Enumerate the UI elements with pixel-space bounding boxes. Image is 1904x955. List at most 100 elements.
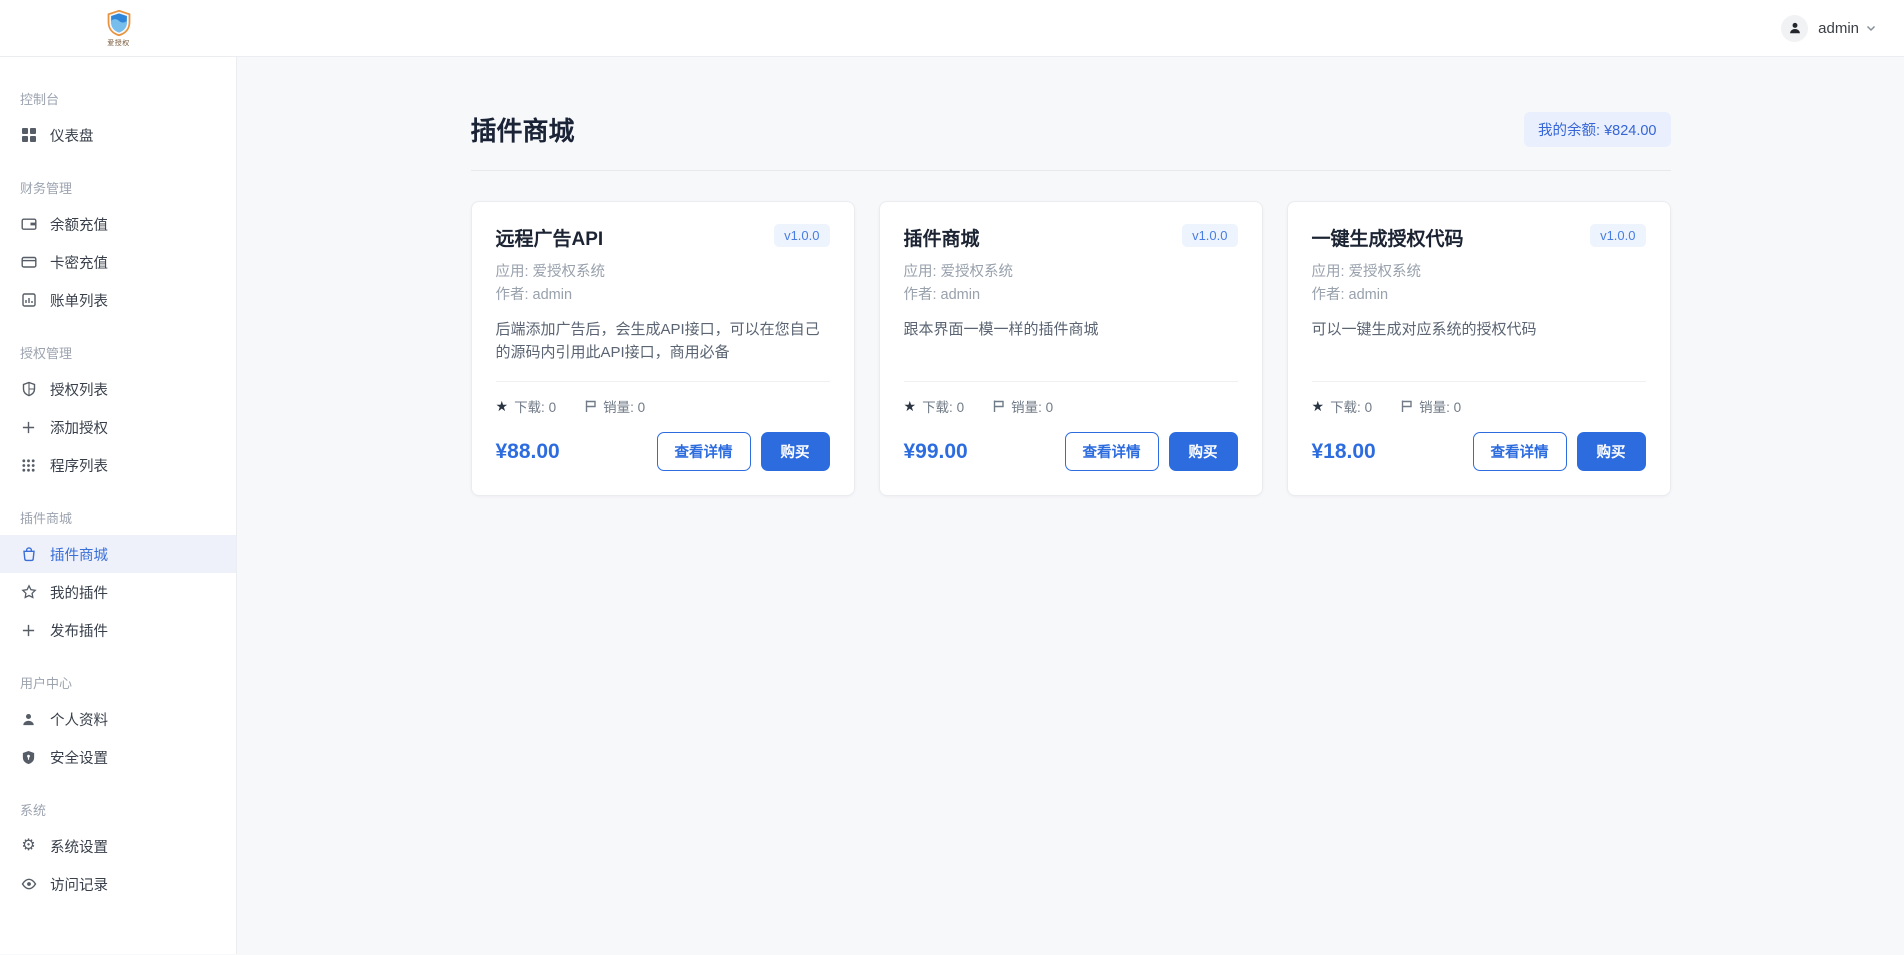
sidebar-section-system: 系统	[0, 800, 236, 819]
sidebar-section-user-center: 用户中心	[0, 673, 236, 692]
grid-icon	[20, 457, 37, 474]
plugin-title: 一键生成授权代码	[1312, 224, 1464, 251]
sidebar-item-label: 卡密充值	[50, 252, 108, 273]
sidebar-item-label: 安全设置	[50, 747, 108, 768]
user-icon	[20, 711, 37, 728]
card-divider	[904, 381, 1238, 382]
plugin-author-line: 作者: admin	[1312, 284, 1646, 307]
plugin-price: ¥99.00	[904, 440, 968, 464]
version-badge: v1.0.0	[774, 224, 829, 247]
bill-icon	[20, 292, 37, 309]
sidebar-item-access-log[interactable]: 访问记录	[0, 865, 236, 903]
sales-stat: 销量: 0	[1011, 396, 1053, 416]
sidebar-item-my-plugins[interactable]: 我的插件	[0, 573, 236, 611]
sidebar-item-label: 授权列表	[50, 379, 108, 400]
downloads-stat: 下载: 0	[1330, 396, 1372, 416]
plugin-title: 远程广告API	[496, 224, 604, 251]
sidebar-section-authorization: 授权管理	[0, 343, 236, 362]
plugin-app-line: 应用: 爱授权系统	[496, 261, 830, 284]
dashboard-icon	[20, 127, 37, 144]
top-bar: 爱授权 admin	[0, 0, 1904, 57]
user-avatar-icon	[1781, 15, 1808, 42]
top-bar-right: admin	[237, 0, 1904, 56]
sidebar-item-label: 余额充值	[50, 214, 108, 235]
plugin-description: 后端添加广告后，会生成API接口，可以在您自己的源码内引用此API接口，商用必备	[496, 319, 830, 369]
sales-flag-icon	[1400, 399, 1413, 413]
sidebar-item-dashboard[interactable]: 仪表盘	[0, 116, 236, 154]
sidebar-item-plugin-market[interactable]: 插件商城	[0, 535, 236, 573]
buy-button[interactable]: 购买	[1577, 432, 1646, 471]
downloads-stat: 下载: 0	[514, 396, 556, 416]
plugin-app-line: 应用: 爱授权系统	[1312, 261, 1646, 284]
card-divider	[496, 381, 830, 382]
username-label: admin	[1818, 20, 1859, 37]
shield-lock-icon	[20, 749, 37, 766]
sidebar-section-finance: 财务管理	[0, 178, 236, 197]
page-title: 插件商城	[471, 111, 575, 148]
downloads-star-icon: ★	[496, 398, 509, 415]
plugin-card: 插件商城 v1.0.0 应用: 爱授权系统 作者: admin 跟本界面一模一样…	[879, 201, 1263, 496]
downloads-stat: 下载: 0	[922, 396, 964, 416]
plugin-card: 远程广告API v1.0.0 应用: 爱授权系统 作者: admin 后端添加广…	[471, 201, 855, 496]
sidebar-item-label: 仪表盘	[50, 125, 94, 146]
view-details-button[interactable]: 查看详情	[1473, 432, 1567, 471]
sidebar-item-balance-recharge[interactable]: 余额充值	[0, 205, 236, 243]
plugin-price: ¥88.00	[496, 440, 560, 464]
sidebar-section-console: 控制台	[0, 89, 236, 108]
logo-shield-icon	[105, 9, 133, 37]
sidebar-item-label: 个人资料	[50, 709, 108, 730]
sidebar-item-card-recharge[interactable]: 卡密充值	[0, 243, 236, 281]
view-details-button[interactable]: 查看详情	[1065, 432, 1159, 471]
plugin-card: 一键生成授权代码 v1.0.0 应用: 爱授权系统 作者: admin 可以一键…	[1287, 201, 1671, 496]
star-icon	[20, 584, 37, 601]
plugin-description: 跟本界面一模一样的插件商城	[904, 319, 1238, 369]
version-badge: v1.0.0	[1590, 224, 1645, 247]
sidebar-item-label: 我的插件	[50, 582, 108, 603]
card-divider	[1312, 381, 1646, 382]
sidebar-item-system-settings[interactable]: ⚙ 系统设置	[0, 827, 236, 865]
plus-icon	[20, 419, 37, 436]
shield-icon	[20, 381, 37, 398]
eye-icon	[20, 876, 37, 893]
sales-flag-icon	[992, 399, 1005, 413]
downloads-star-icon: ★	[1312, 398, 1325, 415]
sidebar-item-add-auth[interactable]: 添加授权	[0, 408, 236, 446]
main-content: 插件商城 我的余额: ¥824.00 远程广告API v1.0.0 应用: 爱授…	[237, 57, 1904, 954]
buy-button[interactable]: 购买	[761, 432, 830, 471]
app-logo: 爱授权	[0, 0, 237, 56]
downloads-star-icon: ★	[904, 398, 917, 415]
sales-flag-icon	[584, 399, 597, 413]
sidebar-item-label: 访问记录	[50, 874, 108, 895]
credit-card-icon	[20, 254, 37, 271]
plugin-title: 插件商城	[904, 224, 980, 251]
sidebar-item-security[interactable]: 安全设置	[0, 738, 236, 776]
sidebar-section-plugin-market: 插件商城	[0, 508, 236, 527]
user-menu[interactable]: admin	[1781, 15, 1876, 42]
sidebar-item-label: 添加授权	[50, 417, 108, 438]
plugin-author-line: 作者: admin	[904, 284, 1238, 307]
title-divider	[471, 170, 1671, 171]
sidebar-item-label: 账单列表	[50, 290, 108, 311]
plugin-app-line: 应用: 爱授权系统	[904, 261, 1238, 284]
shopping-bag-icon	[20, 546, 37, 563]
sidebar-item-label: 程序列表	[50, 455, 108, 476]
sidebar-item-profile[interactable]: 个人资料	[0, 700, 236, 738]
sales-stat: 销量: 0	[1419, 396, 1461, 416]
balance-badge: 我的余额: ¥824.00	[1524, 112, 1670, 147]
sidebar: 控制台 仪表盘 财务管理 余额充值	[0, 57, 237, 954]
version-badge: v1.0.0	[1182, 224, 1237, 247]
view-details-button[interactable]: 查看详情	[657, 432, 751, 471]
plugin-price: ¥18.00	[1312, 440, 1376, 464]
sidebar-item-program-list[interactable]: 程序列表	[0, 446, 236, 484]
sidebar-item-bill-list[interactable]: 账单列表	[0, 281, 236, 319]
plus-icon	[20, 622, 37, 639]
plugin-cards-grid: 远程广告API v1.0.0 应用: 爱授权系统 作者: admin 后端添加广…	[471, 201, 1671, 496]
sidebar-item-auth-list[interactable]: 授权列表	[0, 370, 236, 408]
sidebar-item-label: 系统设置	[50, 836, 108, 857]
plugin-description: 可以一键生成对应系统的授权代码	[1312, 319, 1646, 369]
sidebar-item-label: 发布插件	[50, 620, 108, 641]
buy-button[interactable]: 购买	[1169, 432, 1238, 471]
logo-caption: 爱授权	[107, 38, 130, 48]
sidebar-item-publish-plugin[interactable]: 发布插件	[0, 611, 236, 649]
sales-stat: 销量: 0	[603, 396, 645, 416]
